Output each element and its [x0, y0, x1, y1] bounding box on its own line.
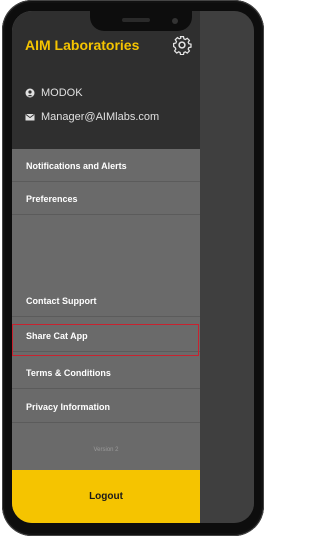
phone-frame: AIM Laboratories MODOK Manager@AIMlabs.c… — [2, 0, 264, 536]
logout-button[interactable]: Logout — [12, 470, 200, 523]
navigation-drawer: AIM Laboratories MODOK Manager@AIMlabs.c… — [12, 11, 200, 523]
app-title: AIM Laboratories — [25, 37, 140, 53]
user-email-row: Manager@AIMlabs.com — [25, 111, 159, 123]
user-name: MODOK — [41, 87, 83, 99]
device-speaker — [122, 18, 150, 22]
user-email: Manager@AIMlabs.com — [41, 111, 160, 123]
highlight-box — [12, 324, 199, 356]
drawer-header: AIM Laboratories MODOK Manager@AIMlabs.c… — [12, 11, 200, 149]
version-label: Version 2 — [93, 447, 119, 453]
menu-item-privacy[interactable]: Privacy Information — [12, 391, 200, 423]
menu-item-preferences[interactable]: Preferences — [12, 183, 200, 215]
user-name-row: MODOK — [25, 87, 83, 99]
mail-icon — [25, 114, 35, 121]
content-overlay[interactable] — [200, 11, 254, 523]
app-screen: AIM Laboratories MODOK Manager@AIMlabs.c… — [12, 11, 254, 523]
gear-icon[interactable] — [172, 35, 192, 55]
menu-item-terms[interactable]: Terms & Conditions — [12, 357, 200, 389]
menu-item-contact-support[interactable]: Contact Support — [12, 285, 200, 317]
user-icon — [25, 88, 35, 98]
menu-item-notifications[interactable]: Notifications and Alerts — [12, 150, 200, 182]
device-camera — [172, 18, 178, 24]
